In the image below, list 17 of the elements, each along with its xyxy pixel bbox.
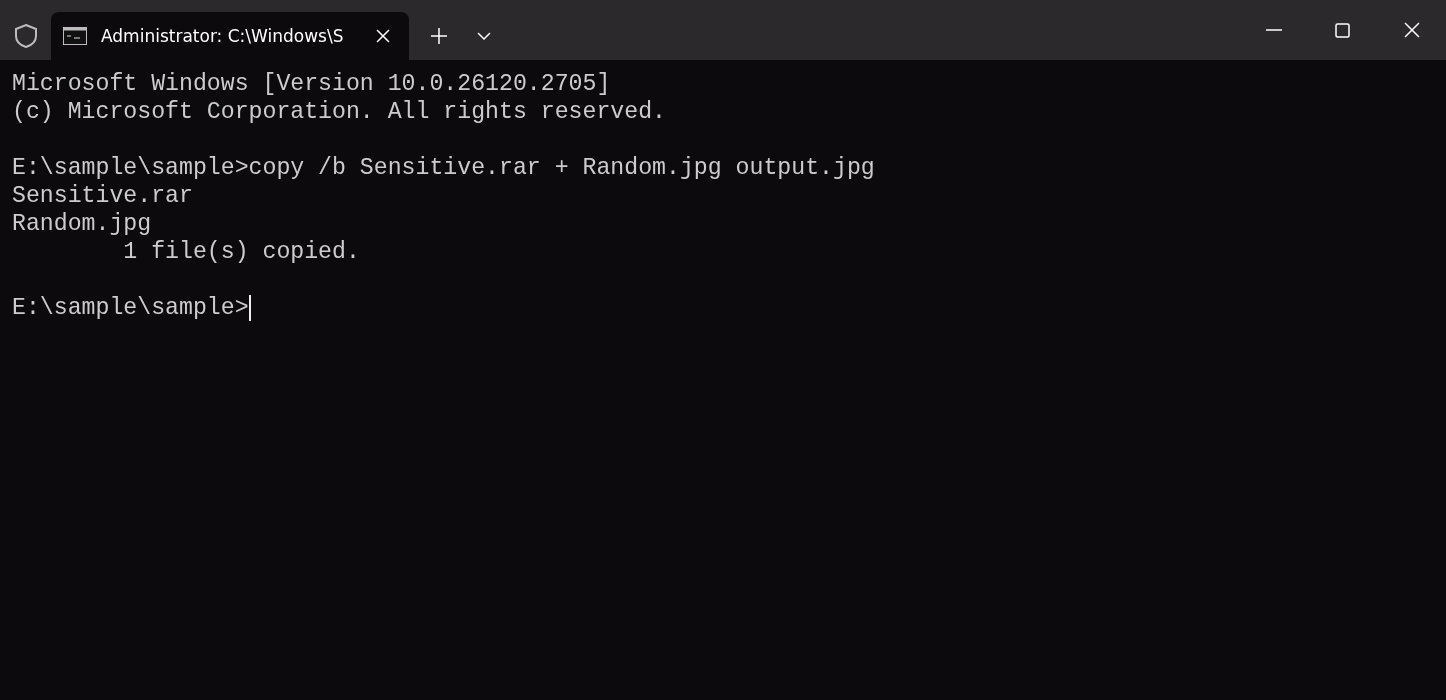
chevron-down-icon <box>477 32 491 40</box>
console-line: 1 file(s) copied. <box>122 238 360 266</box>
tab-title: Administrator: C:\Windows\S <box>101 26 345 46</box>
console-line: Microsoft Windows [Version 10.0.26120.2705] <box>12 70 611 98</box>
console-line: E:\sample\sample> <box>12 294 249 322</box>
plus-icon <box>430 27 448 45</box>
shield-icon[interactable] <box>13 23 39 49</box>
terminal-tab[interactable]: Administrator: C:\Windows\S <box>51 12 409 60</box>
close-icon <box>1403 22 1420 38</box>
console-line: E:\sample\sample>copy /b Sensitive.rar + Random.jpg output.jpg <box>12 154 875 182</box>
close-tab-icon[interactable] <box>375 28 391 44</box>
console-line: Random.jpg <box>12 210 152 238</box>
console-line: (c) Microsoft Corporation. All rights reserved. <box>12 98 666 126</box>
console-icon <box>63 27 87 45</box>
minimize-icon <box>1265 29 1282 31</box>
maximize-icon <box>1335 22 1350 38</box>
console-line: Sensitive.rar <box>12 182 193 210</box>
